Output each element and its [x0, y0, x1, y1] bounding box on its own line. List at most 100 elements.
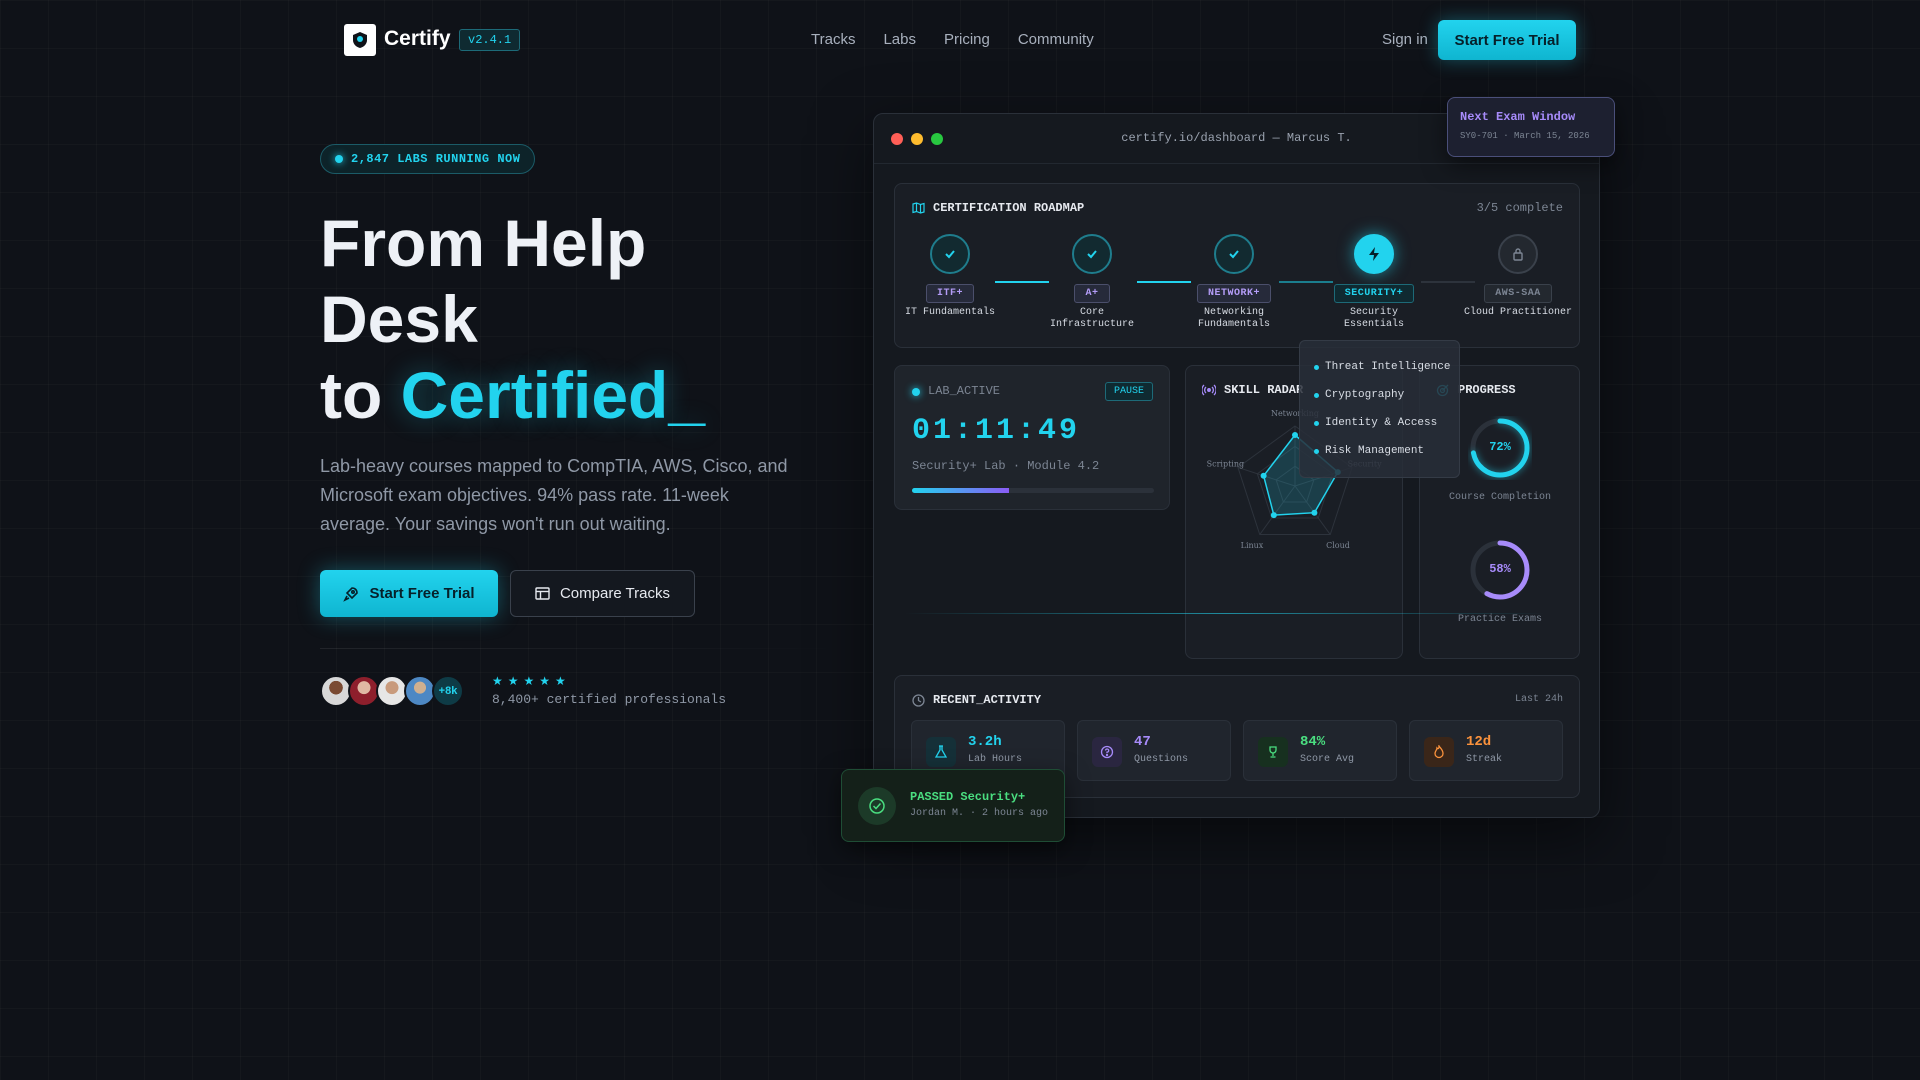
nav-link-community[interactable]: Community	[1018, 31, 1094, 48]
tooltip-item-label: Risk Management	[1325, 445, 1425, 457]
trophy-icon	[1258, 737, 1288, 767]
certification-roadmap-card: CERTIFICATION ROADMAP 3/5 complete ITF+ …	[894, 183, 1580, 348]
roadmap-step-network-plus[interactable]: NETWORK+ Networking Fundamentals	[1179, 234, 1289, 331]
version-badge: v2.4.1	[459, 29, 521, 51]
next-exam-popup[interactable]: Next Exam Window SY0-701 · March 15, 202…	[1447, 97, 1615, 157]
radar-axis-label: Linux	[1241, 541, 1264, 550]
radar-point[interactable]	[1311, 509, 1318, 516]
social-proof-text: 8,400+ certified professionals	[492, 692, 727, 707]
course-completion-label: Course Completion	[1448, 492, 1552, 503]
tooltip-item: Risk Management	[1314, 445, 1424, 457]
practice-exams-value: 58%	[1489, 562, 1511, 576]
skill-radar-title: SKILL RADAR	[1224, 383, 1304, 397]
check-circle-icon	[858, 787, 896, 825]
lab-module: Security+ Lab · Module 4.2	[912, 459, 1100, 473]
roadmap-status: 3/5 complete	[1476, 201, 1563, 215]
stat-value: 3.2h	[968, 734, 1002, 750]
labs-running-text: 2,847 LABS RUNNING NOW	[351, 152, 521, 166]
step-tag: NETWORK+	[1196, 284, 1271, 303]
tooltip-item-label: Identity & Access	[1325, 417, 1438, 429]
radar-point[interactable]	[1292, 432, 1298, 438]
stat-value: 12d	[1466, 734, 1492, 750]
step-tag: A+	[1074, 284, 1110, 303]
flask-icon	[926, 737, 956, 767]
passed-title: PASSED Security+	[910, 790, 1026, 804]
stat-label: Streak	[1466, 754, 1503, 765]
headline-prefix: to	[320, 358, 401, 432]
step-tag: AWS-SAA	[1484, 284, 1552, 303]
progress-title: PROGRESS	[1458, 383, 1516, 397]
brand-name[interactable]: Certify	[384, 27, 451, 51]
stat-label: Questions	[1134, 754, 1189, 765]
roadmap-step-itf[interactable]: ITF+ IT Fundamentals	[895, 234, 1005, 319]
exam-popup-title: Next Exam Window	[1460, 110, 1576, 124]
step-tag: SECURITY+	[1333, 284, 1415, 303]
lab-active-label: LAB_ACTIVE	[928, 384, 1001, 398]
live-dot-icon	[335, 155, 343, 163]
hero-start-trial-button[interactable]: Start Free Trial	[320, 570, 498, 617]
activity-title: RECENT_ACTIVITY	[933, 693, 1042, 707]
stat-score-avg[interactable]: 84% Score Avg	[1243, 720, 1397, 781]
rating-stars: ★★★★★	[492, 674, 571, 688]
step-name: Security Essentials	[1343, 307, 1404, 330]
nav-link-tracks[interactable]: Tracks	[811, 31, 855, 48]
tooltip-item-label: Cryptography	[1325, 389, 1405, 401]
logo-icon[interactable]	[344, 24, 376, 56]
lab-progress-fill	[912, 488, 1009, 493]
step-name: Networking Fundamentals	[1197, 307, 1270, 330]
lightning-icon	[1354, 234, 1394, 274]
passed-notification[interactable]: PASSED Security+ Jordan M. · 2 hours ago	[841, 769, 1065, 842]
activity-range: Last 24h	[1514, 694, 1563, 705]
radar-signal-icon	[1202, 384, 1216, 396]
check-icon	[930, 234, 970, 274]
radar-point[interactable]	[1270, 512, 1277, 519]
check-icon	[1072, 234, 1112, 274]
hero-subtext: Lab-heavy courses mapped to CompTIA, AWS…	[320, 456, 788, 534]
passed-detail: Jordan M. · 2 hours ago	[910, 808, 1049, 819]
stat-value: 84%	[1300, 734, 1326, 750]
roadmap-step-aws-saa[interactable]: AWS-SAA Cloud Practitioner	[1463, 234, 1573, 319]
radar-axis-label: Cloud	[1326, 541, 1350, 550]
headline-accent: Certified_	[400, 358, 706, 432]
practice-exams-label: Practice Exams	[1457, 614, 1542, 625]
nav-start-trial-button[interactable]: Start Free Trial	[1438, 20, 1576, 60]
avatar-stack: +8k	[320, 675, 464, 707]
headline-line-3: to Certified_	[320, 357, 705, 433]
course-completion-value: 72%	[1489, 440, 1511, 454]
labs-running-badge: 2,847 LABS RUNNING NOW	[320, 144, 536, 174]
stat-questions[interactable]: 47 Questions	[1077, 720, 1231, 781]
headline-line-1: From Help	[320, 206, 647, 280]
table-icon	[535, 587, 550, 600]
nav-link-pricing[interactable]: Pricing	[944, 31, 990, 48]
roadmap-title: CERTIFICATION ROADMAP	[933, 201, 1085, 215]
avatar-more-count: +8k	[432, 675, 464, 707]
top-nav: Certify v2.4.1 Tracks Labs Pricing Commu…	[0, 0, 1920, 80]
compare-tracks-label: Compare Tracks	[559, 585, 671, 602]
divider	[320, 648, 840, 649]
roadmap-step-a-plus[interactable]: A+ Core Infrastructure	[1037, 234, 1147, 331]
step-name: IT Fundamentals	[904, 307, 995, 318]
tooltip-item: Threat Intelligence	[1314, 361, 1450, 373]
sign-in-link[interactable]: Sign in	[1382, 31, 1428, 48]
stat-streak[interactable]: 12d Streak	[1409, 720, 1563, 781]
step-tag: ITF+	[925, 284, 974, 303]
skill-tooltip: Threat Intelligence Cryptography Identit…	[1299, 340, 1460, 478]
nav-links: Tracks Labs Pricing Community	[811, 31, 1094, 48]
check-icon	[1214, 234, 1254, 274]
radar-axis-label: Scripting	[1207, 459, 1245, 468]
flame-icon	[1424, 737, 1454, 767]
scan-line	[905, 613, 1545, 614]
stat-label: Lab Hours	[968, 754, 1023, 765]
live-dot-icon	[912, 388, 920, 396]
compare-tracks-button[interactable]: Compare Tracks	[510, 570, 695, 617]
step-name: Core Infrastructure	[1049, 307, 1134, 330]
lab-progress-bar	[912, 488, 1154, 493]
nav-link-labs[interactable]: Labs	[883, 31, 916, 48]
roadmap-step-security-plus[interactable]: SECURITY+ Security Essentials	[1319, 234, 1429, 331]
rocket-icon	[343, 586, 359, 602]
pause-button[interactable]: PAUSE	[1104, 382, 1153, 401]
step-name: Cloud Practitioner	[1463, 307, 1573, 318]
stat-value: 47	[1134, 734, 1151, 750]
radar-point[interactable]	[1260, 472, 1267, 479]
map-icon	[912, 202, 925, 214]
